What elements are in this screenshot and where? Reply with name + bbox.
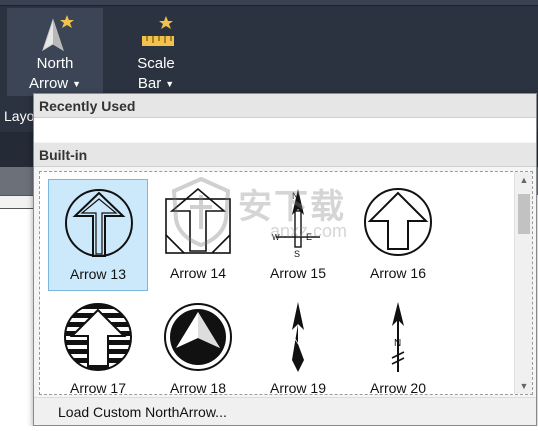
- north-arrow-icon: [42, 15, 74, 52]
- svg-text:E: E: [306, 232, 312, 242]
- chevron-down-icon: ▼: [165, 79, 175, 90]
- bottom-strip: [0, 426, 538, 431]
- arrow-17-icon: [64, 303, 132, 371]
- north-arrow-dropdown: Recently Used Built-in Arrow 13 Arrow 14…: [33, 93, 537, 426]
- gallery-item-label: Arrow 19: [269, 380, 327, 395]
- gallery-item-label: Arrow 20: [369, 380, 427, 395]
- load-custom-north-arrow-item[interactable]: Load Custom NorthArrow...: [34, 397, 536, 425]
- recently-used-list: [34, 118, 536, 142]
- built-in-gallery: Arrow 13 Arrow 14 N W E S Arrow 15 Arrow…: [39, 171, 533, 395]
- arrow-16-icon: [364, 188, 432, 256]
- scale-bar-label: Scale Bar ▼: [108, 54, 204, 94]
- arrow-13-icon: [65, 189, 133, 257]
- north-arrow-gallery-screen: North Arrow ▼ Scale Bar ▼ Layo Recently …: [0, 0, 538, 431]
- gallery-item-label: Arrow 18: [169, 380, 227, 395]
- gallery-item-label: Arrow 15: [269, 265, 327, 281]
- gallery-item-arrow-17[interactable]: Arrow 17: [48, 294, 148, 395]
- svg-text:N: N: [293, 336, 300, 346]
- scale-bar-label-line1: Scale: [137, 55, 175, 72]
- gallery-item-arrow-20[interactable]: N Arrow 20: [348, 294, 448, 395]
- svg-text:N: N: [394, 338, 401, 349]
- ribbon-group-label: Layo: [4, 108, 35, 124]
- built-in-header: Built-in: [34, 143, 536, 167]
- svg-text:S: S: [294, 249, 300, 259]
- gallery-item-label: Arrow 13: [69, 266, 127, 282]
- gallery-item-label: Arrow 17: [69, 380, 127, 395]
- arrow-18-icon: [164, 303, 232, 371]
- gallery-item-arrow-18[interactable]: Arrow 18: [148, 294, 248, 395]
- svg-text:N: N: [292, 191, 299, 201]
- scale-bar-button[interactable]: Scale Bar ▼: [108, 8, 204, 96]
- scroll-down-icon[interactable]: ▼: [515, 378, 532, 394]
- recently-used-header: Recently Used: [34, 94, 536, 118]
- north-arrow-label-line2: Arrow: [28, 75, 69, 92]
- arrow-14-icon: [165, 187, 231, 254]
- gallery-item-arrow-19[interactable]: N Arrow 19: [248, 294, 348, 395]
- scale-bar-icon: [142, 16, 174, 46]
- gallery-item-arrow-15[interactable]: N W E S Arrow 15: [248, 179, 348, 291]
- ribbon-top-edge: [0, 0, 538, 6]
- scroll-up-icon[interactable]: ▲: [515, 172, 532, 188]
- arrow-20-icon: N: [391, 302, 405, 372]
- north-arrow-button[interactable]: North Arrow ▼: [7, 8, 103, 96]
- gallery-scrollbar[interactable]: ▲ ▼: [514, 172, 532, 394]
- north-arrow-label-line1: North: [36, 55, 74, 72]
- gallery-item-arrow-13[interactable]: Arrow 13: [48, 179, 148, 291]
- gallery-item-label: Arrow 14: [169, 265, 227, 281]
- arrow-15-icon: N W E S: [272, 189, 320, 259]
- svg-text:W: W: [272, 233, 280, 242]
- scale-bar-label-line2: Bar: [137, 75, 162, 92]
- scrollbar-thumb[interactable]: [518, 194, 530, 234]
- gallery-item-label: Arrow 16: [369, 265, 427, 281]
- chevron-down-icon: ▼: [72, 79, 82, 90]
- gallery-item-arrow-16[interactable]: Arrow 16: [348, 179, 448, 291]
- north-arrow-label: North Arrow ▼: [7, 54, 103, 94]
- gallery-item-arrow-14[interactable]: Arrow 14: [148, 179, 248, 291]
- arrow-19-icon: N: [292, 302, 304, 372]
